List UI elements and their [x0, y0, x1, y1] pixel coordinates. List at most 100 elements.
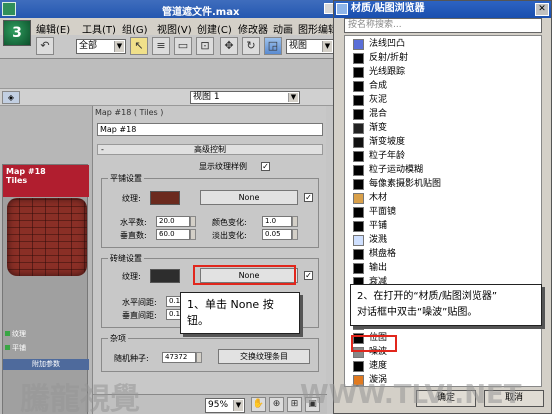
browser-list-item[interactable]: 每像素摄影机贴图: [345, 177, 541, 191]
select-region-button[interactable]: ▭: [174, 37, 192, 55]
browser-list-item[interactable]: 渐变坡度: [345, 135, 541, 149]
selection-filter-value: 全部: [79, 41, 98, 51]
browser-list-item[interactable]: 平面镜: [345, 205, 541, 219]
browser-item-label: 灰泥: [369, 95, 388, 105]
menu-tools[interactable]: 工具(T): [82, 21, 116, 36]
main-toolbar: ↶ 全部 ▼ ↖ ≡ ▭ ⊡ ✥ ↻ ◲ 视图 ▼: [0, 35, 339, 59]
node-slot-label: 纹理: [12, 330, 26, 338]
browser-list-item[interactable]: 法线凹凸: [345, 37, 541, 51]
h-count-field[interactable]: 20.0: [156, 216, 190, 227]
grout-texture-checkbox[interactable]: ✓: [304, 271, 313, 280]
view-dropdown[interactable]: 视图 1 ▼: [190, 91, 300, 104]
fade-var-spinner[interactable]: [292, 229, 298, 240]
fit-button[interactable]: ▣: [305, 397, 320, 412]
node-extra-params[interactable]: 附加参数: [3, 359, 89, 370]
map-swatch-icon: [353, 235, 364, 246]
browser-list-item[interactable]: 灰泥: [345, 93, 541, 107]
browser-list-item[interactable]: 反射/折射: [345, 51, 541, 65]
browser-list-item[interactable]: 光线跟踪: [345, 65, 541, 79]
browser-list-item[interactable]: 混合: [345, 107, 541, 121]
reference-coord-dropdown[interactable]: 视图 ▼: [286, 39, 334, 54]
browser-list-item[interactable]: 木材: [345, 191, 541, 205]
app-icon: [2, 2, 16, 16]
pan-button[interactable]: ✋: [251, 397, 266, 412]
browser-list-item[interactable]: 输出: [345, 261, 541, 275]
map-swatch-icon: [353, 361, 364, 372]
menu-group[interactable]: 组(G): [122, 21, 148, 36]
menu-create[interactable]: 创建(C): [197, 21, 232, 36]
map-swatch-icon: [353, 207, 364, 218]
map-swatch-icon: [353, 53, 364, 64]
v-count-spinner[interactable]: [190, 229, 196, 240]
node-slot-tiling[interactable]: 平铺: [5, 343, 26, 353]
browser-list-item[interactable]: 渐变: [345, 121, 541, 135]
tile-texture-none-button[interactable]: None: [200, 190, 298, 205]
browser-item-label: 法线凹凸: [369, 39, 406, 49]
menu-modifiers[interactable]: 修改器: [238, 21, 268, 36]
slate-toolbar: [0, 59, 339, 89]
zoom-extents-button[interactable]: ⊞: [287, 397, 302, 412]
menu-edit[interactable]: 编辑(E): [36, 21, 70, 36]
undo-button[interactable]: ↶: [36, 37, 54, 55]
ok-button[interactable]: 确定: [416, 390, 476, 407]
close-icon[interactable]: ✕: [535, 3, 549, 16]
browser-list-item[interactable]: 合成: [345, 79, 541, 93]
browser-search-input[interactable]: 按名称搜索...: [344, 18, 542, 33]
tiles-preview-thumbnail: [7, 198, 87, 276]
browser-list-item[interactable]: 泼溅: [345, 233, 541, 247]
select-by-name-button[interactable]: ≡: [152, 37, 170, 55]
view-bar: ◈ 视图 1 ▼: [0, 89, 339, 106]
color-var-label: 颜色变化:: [212, 218, 247, 227]
map-name-field[interactable]: Map #18: [97, 123, 323, 136]
slate-view-area: Map #18 Tiles 纹理 平铺 附加参数: [0, 106, 92, 414]
browser-list-item[interactable]: 棋盘格: [345, 247, 541, 261]
color-var-spinner[interactable]: [292, 216, 298, 227]
browser-list-item[interactable]: 平铺: [345, 219, 541, 233]
map-swatch-icon: [353, 67, 364, 78]
zoom-button[interactable]: ⊕: [269, 397, 284, 412]
browser-list-item[interactable]: 粒子运动模糊: [345, 163, 541, 177]
browser-list-item[interactable]: 粒子年龄: [345, 149, 541, 163]
rotate-button[interactable]: ↻: [242, 37, 260, 55]
tile-color-swatch[interactable]: [150, 191, 180, 205]
browser-list-item[interactable]: 漩涡: [345, 373, 541, 386]
map-swatch-icon: [353, 221, 364, 232]
map-swatch-icon: [353, 249, 364, 260]
seed-field[interactable]: 47372: [162, 352, 196, 363]
move-button[interactable]: ✥: [220, 37, 238, 55]
selection-filter-dropdown[interactable]: 全部 ▼: [76, 39, 126, 54]
chevron-down-icon: ▼: [233, 400, 243, 411]
browser-item-label: 漩涡: [369, 375, 388, 385]
h-count-spinner[interactable]: [190, 216, 196, 227]
window-crossing-button[interactable]: ⊡: [196, 37, 214, 55]
show-texture-checkbox[interactable]: ✓: [261, 162, 270, 171]
browser-item-label: 泼溅: [369, 235, 388, 245]
grout-color-swatch[interactable]: [150, 269, 180, 283]
status-bar: 95% ▼ ✋ ⊕ ⊞ ▣: [93, 394, 327, 414]
callout-step2-line2: 对话框中双击“噪波”贴图。: [357, 307, 478, 318]
seed-spinner[interactable]: [196, 352, 202, 363]
scale-button[interactable]: ◲: [264, 37, 282, 55]
cancel-button[interactable]: 取消: [484, 390, 544, 407]
zoom-dropdown[interactable]: 95% ▼: [205, 398, 245, 413]
menu-views[interactable]: 视图(V): [157, 21, 192, 36]
color-var-field[interactable]: 1.0: [262, 216, 292, 227]
menu-animation[interactable]: 动画: [273, 21, 293, 36]
max-title-bar: 管道遮文件.max: [0, 0, 339, 18]
map-swatch-icon: [353, 137, 364, 148]
browser-list-item[interactable]: 速度: [345, 359, 541, 373]
fade-var-field[interactable]: 0.05: [262, 229, 292, 240]
callout-step1: 1、单击 None 按钮。: [180, 292, 300, 334]
tile-texture-checkbox[interactable]: ✓: [304, 193, 313, 202]
max-logo: 3: [3, 20, 31, 46]
view-icon[interactable]: ◈: [2, 91, 20, 104]
select-object-button[interactable]: ↖: [130, 37, 148, 55]
map-swatch-icon: [353, 263, 364, 274]
rollout-advanced-controls[interactable]: - 高级控制: [97, 144, 323, 155]
group-title: 砖缝设置: [108, 253, 144, 264]
node-slot-texture[interactable]: 纹理: [5, 329, 26, 339]
list-icon: ≡: [156, 39, 166, 52]
v-count-field[interactable]: 60.0: [156, 229, 190, 240]
tiles-map-node[interactable]: Map #18 Tiles 纹理 平铺 附加参数: [2, 164, 89, 414]
swap-textures-button[interactable]: 交换纹理条目: [218, 349, 310, 364]
